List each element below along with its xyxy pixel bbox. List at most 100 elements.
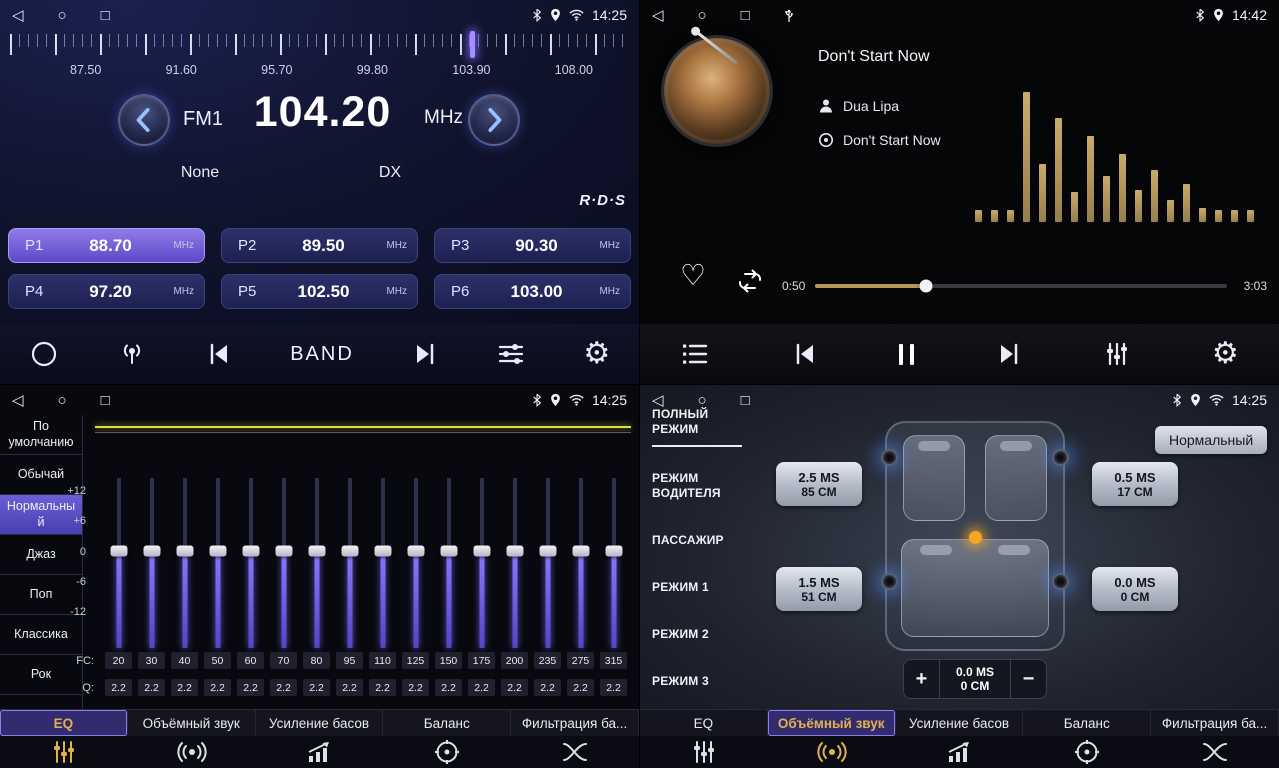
radio-preset-p5[interactable]: P5102.50MHz	[221, 274, 418, 309]
delay-decrease-button[interactable]: −	[1010, 660, 1046, 698]
nav-home-icon[interactable]: ○	[698, 393, 707, 408]
delay-rear-left-button[interactable]: 1.5 MS 51 CM	[776, 567, 862, 611]
nav-recents-icon[interactable]: □	[101, 393, 110, 408]
eq-slider-handle[interactable]	[440, 546, 457, 557]
eq-slider-handle[interactable]	[572, 546, 589, 557]
tab-bass-boost-button[interactable]	[256, 736, 384, 768]
playlist-button[interactable]	[680, 341, 710, 367]
audio-settings-button[interactable]	[496, 340, 526, 368]
eq-slider-handle[interactable]	[242, 546, 259, 557]
radio-preset-p6[interactable]: P6103.00MHz	[434, 274, 631, 309]
eq-band-slider[interactable]	[531, 478, 564, 648]
delay-increase-button[interactable]: +	[904, 660, 940, 698]
sound-mode-item[interactable]: РЕЖИМ 2	[652, 627, 742, 642]
nav-back-icon[interactable]: ◁	[12, 8, 24, 23]
tab-filter-button[interactable]	[1151, 736, 1279, 768]
eq-band-slider[interactable]	[465, 478, 498, 648]
eq-band-slider[interactable]	[333, 478, 366, 648]
broadcast-button[interactable]	[116, 339, 148, 369]
sound-mode-item[interactable]: РЕЖИМ ВОДИТЕЛЯ	[652, 471, 742, 501]
eq-slider-handle[interactable]	[176, 546, 193, 557]
next-track-button[interactable]	[995, 340, 1023, 368]
nav-back-icon[interactable]: ◁	[12, 393, 24, 408]
eq-preset-item[interactable]: Классика	[0, 615, 82, 655]
band-button[interactable]: BAND	[290, 343, 354, 366]
sound-mode-item[interactable]: РЕЖИМ 3	[652, 674, 742, 689]
nav-back-icon[interactable]: ◁	[652, 393, 664, 408]
tab-eq[interactable]: EQ	[0, 710, 128, 736]
progress-knob[interactable]	[920, 280, 933, 293]
tab-surround-sound[interactable]: Объёмный звук	[768, 710, 896, 736]
frequency-dial[interactable]	[10, 34, 629, 58]
eq-band-slider[interactable]	[201, 478, 234, 648]
sound-preset-button[interactable]: Нормальный	[1155, 426, 1267, 454]
eq-band-slider[interactable]	[399, 478, 432, 648]
eq-preset-item[interactable]: По умолчанию	[0, 415, 82, 455]
listening-position-dot[interactable]	[969, 531, 982, 544]
tab-balance-button[interactable]	[1023, 736, 1151, 768]
radio-preset-p4[interactable]: P497.20MHz	[8, 274, 205, 309]
eq-slider-handle[interactable]	[605, 546, 622, 557]
tab-balance[interactable]: Баланс	[1023, 710, 1151, 736]
tab-eq-button[interactable]	[640, 736, 768, 768]
eq-band-slider[interactable]	[267, 478, 300, 648]
eq-slider-handle[interactable]	[374, 546, 391, 557]
radio-preset-p2[interactable]: P289.50MHz	[221, 228, 418, 263]
eq-slider-handle[interactable]	[341, 546, 358, 557]
eq-slider-handle[interactable]	[473, 546, 490, 557]
delay-rear-right-button[interactable]: 0.0 MS 0 CM	[1092, 567, 1178, 611]
nav-home-icon[interactable]: ○	[58, 393, 67, 408]
radio-preset-p1[interactable]: P188.70MHz	[8, 228, 205, 263]
radio-preset-p3[interactable]: P390.30MHz	[434, 228, 631, 263]
delay-front-left-button[interactable]: 2.5 MS 85 CM	[776, 462, 862, 506]
tab-eq[interactable]: EQ	[640, 710, 768, 736]
nav-recents-icon[interactable]: □	[741, 393, 750, 408]
eq-band-slider[interactable]	[498, 478, 531, 648]
delay-front-right-button[interactable]: 0.5 MS 17 CM	[1092, 462, 1178, 506]
nav-recents-icon[interactable]: □	[741, 8, 750, 23]
tab-surround-button[interactable]	[128, 736, 256, 768]
eq-slider-handle[interactable]	[143, 546, 160, 557]
settings-button[interactable]: ⚙	[1212, 339, 1239, 369]
eq-band-slider[interactable]	[168, 478, 201, 648]
tab-surround-sound[interactable]: Объёмный звук	[128, 710, 256, 736]
tab-bass-boost[interactable]: Усиление басов	[896, 710, 1024, 736]
nav-back-icon[interactable]: ◁	[652, 8, 664, 23]
tab-filter-button[interactable]	[511, 736, 639, 768]
eq-band-slider[interactable]	[597, 478, 630, 648]
pause-button[interactable]	[899, 344, 914, 365]
eq-band-slider[interactable]	[564, 478, 597, 648]
nav-recents-icon[interactable]: □	[101, 8, 110, 23]
eq-band-slider[interactable]	[135, 478, 168, 648]
previous-station-button[interactable]	[205, 340, 233, 368]
eq-band-slider[interactable]	[300, 478, 333, 648]
scan-button[interactable]	[29, 339, 59, 369]
previous-track-button[interactable]	[791, 340, 819, 368]
eq-slider-handle[interactable]	[407, 546, 424, 557]
tab-filter[interactable]: Фильтрация ба...	[511, 710, 639, 736]
tune-down-button[interactable]	[118, 94, 170, 146]
eq-slider-handle[interactable]	[209, 546, 226, 557]
favorite-button[interactable]: ♡	[680, 262, 706, 291]
tab-bass-boost-button[interactable]	[896, 736, 1024, 768]
eq-slider-handle[interactable]	[110, 546, 127, 557]
eq-band-slider[interactable]	[234, 478, 267, 648]
eq-slider-handle[interactable]	[539, 546, 556, 557]
nav-home-icon[interactable]: ○	[698, 8, 707, 23]
next-station-button[interactable]	[411, 340, 439, 368]
eq-band-slider[interactable]	[432, 478, 465, 648]
tab-filter[interactable]: Фильтрация ба...	[1151, 710, 1279, 736]
tab-eq-button[interactable]	[0, 736, 128, 768]
audio-settings-button[interactable]	[1103, 340, 1131, 368]
settings-button[interactable]: ⚙	[583, 339, 610, 369]
progress-bar[interactable]	[815, 284, 1227, 288]
eq-band-slider[interactable]	[366, 478, 399, 648]
sound-mode-item[interactable]: ПАССАЖИР	[652, 533, 742, 548]
tab-bass-boost[interactable]: Усиление басов	[256, 710, 384, 736]
sound-mode-item[interactable]: РЕЖИМ 1	[652, 580, 742, 595]
repeat-button[interactable]	[736, 268, 764, 299]
eq-slider-handle[interactable]	[308, 546, 325, 557]
eq-slider-handle[interactable]	[506, 546, 523, 557]
eq-band-slider[interactable]	[102, 478, 135, 648]
tune-up-button[interactable]	[468, 94, 520, 146]
